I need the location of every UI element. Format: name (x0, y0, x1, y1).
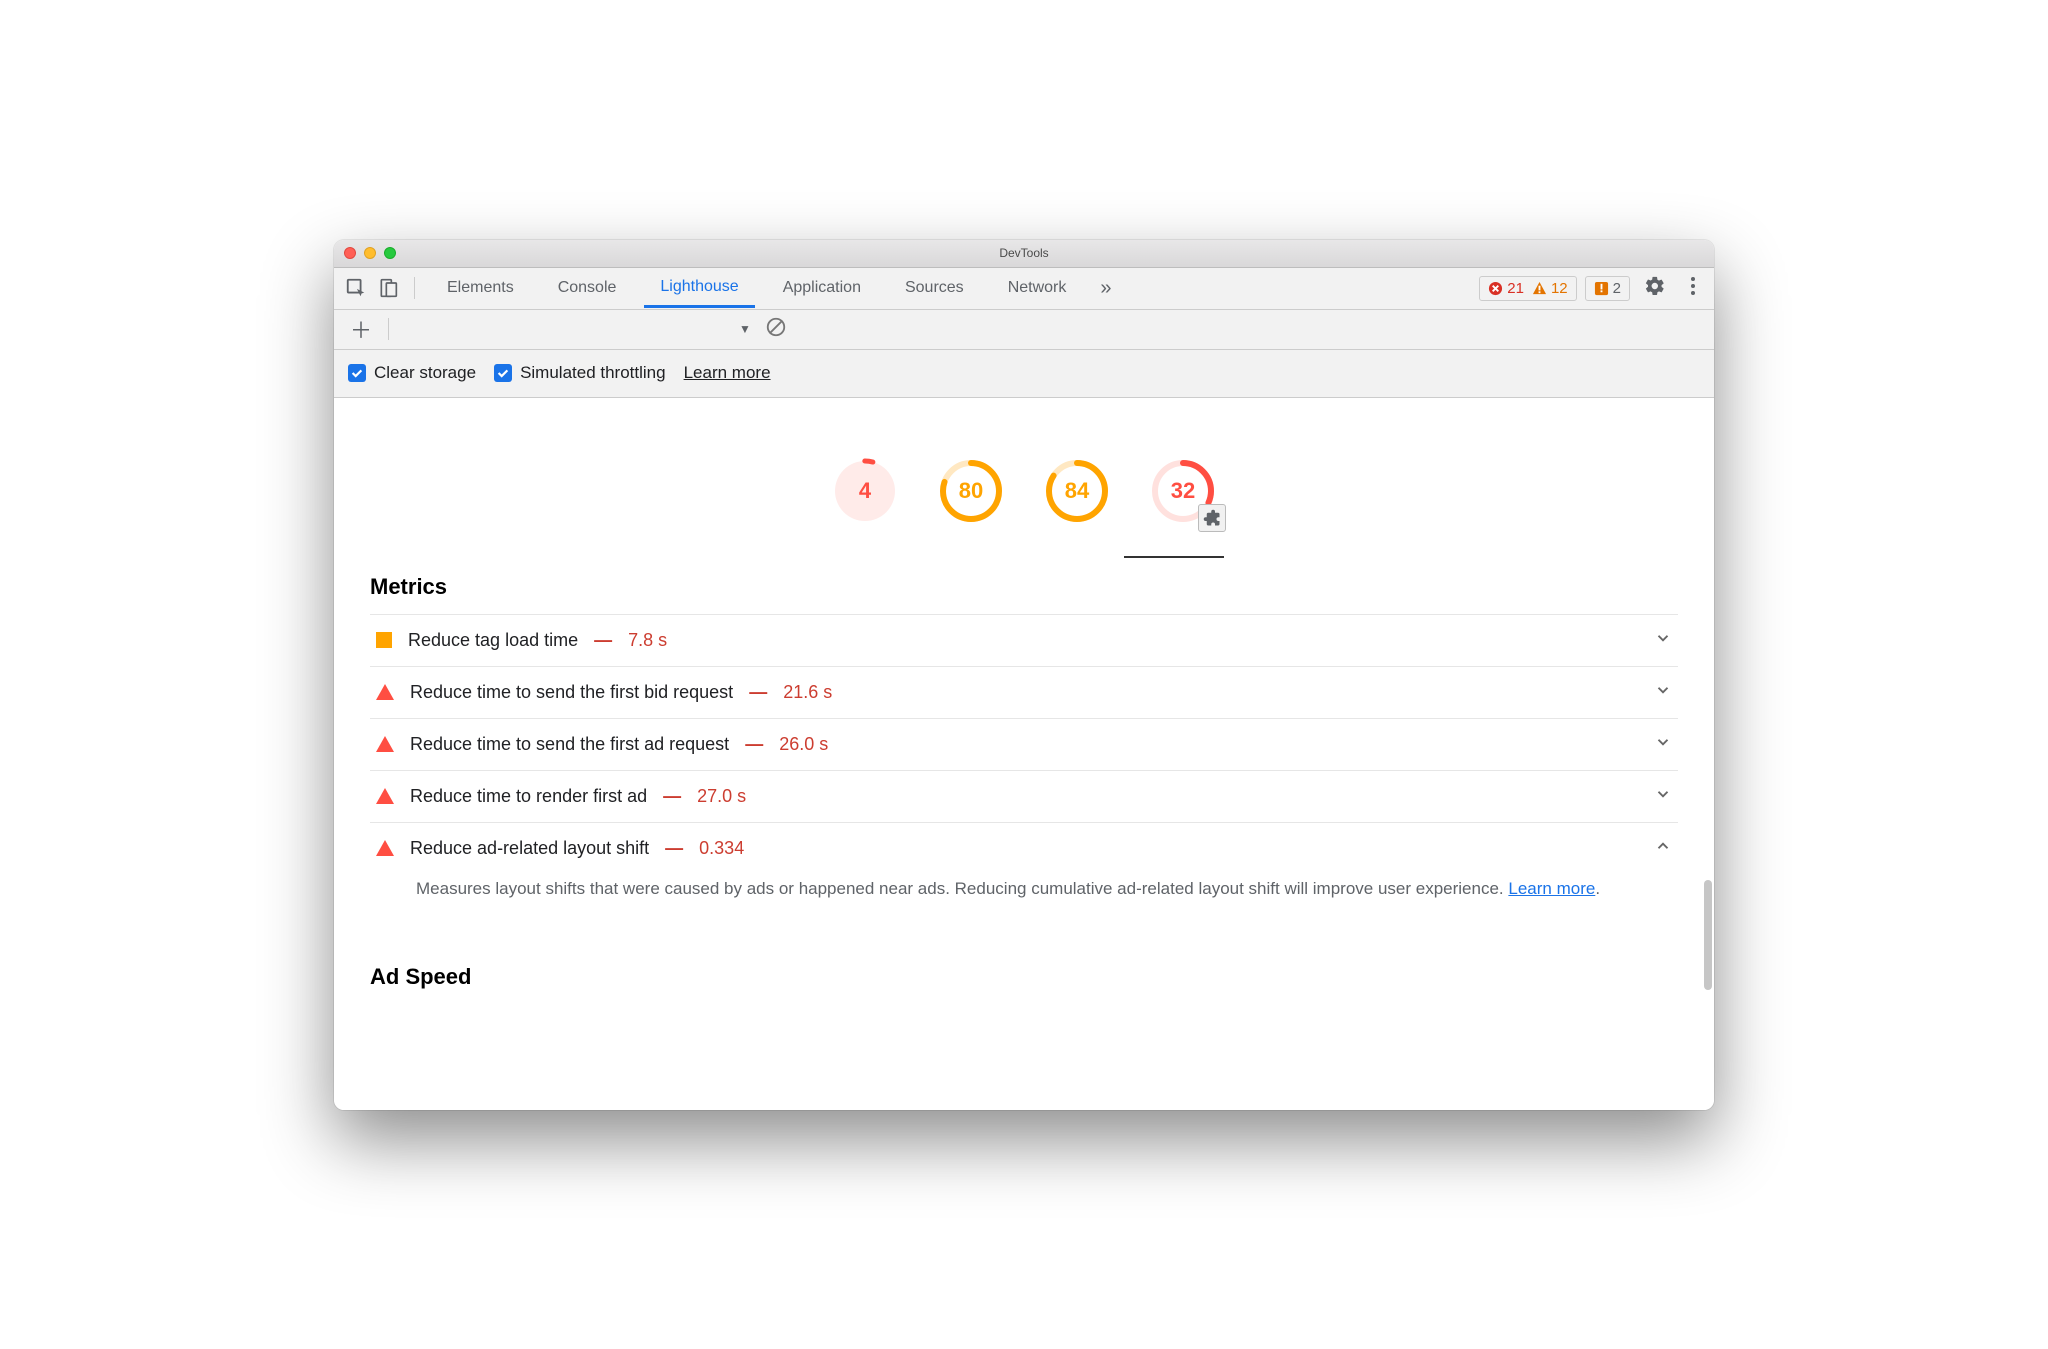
score-gauges: 4 80 84 32 (334, 398, 1714, 550)
metric-dash: — (663, 786, 681, 807)
triangle-fail-icon (376, 684, 394, 700)
metric-row-expanded[interactable]: Reduce ad-related layout shift — 0.334 (370, 822, 1678, 874)
gauge-4-plugin[interactable]: 32 (1150, 458, 1216, 524)
metric-row[interactable]: Reduce tag load time — 7.8 s (370, 614, 1678, 666)
scrollbar-thumb[interactable] (1704, 880, 1712, 990)
chevron-down-icon (1654, 629, 1672, 652)
gauge-score: 84 (1044, 458, 1110, 524)
error-count-label: 21 (1507, 280, 1524, 297)
simulated-throttling-label: Simulated throttling (520, 363, 666, 383)
gauge-1[interactable]: 4 (832, 458, 898, 524)
metric-dash: — (745, 734, 763, 755)
gauge-score: 80 (938, 458, 1004, 524)
triangle-fail-icon (376, 788, 394, 804)
tab-elements[interactable]: Elements (431, 268, 530, 308)
metric-value: 0.334 (699, 838, 744, 859)
lighthouse-run-bar: ＋ ▼ (334, 310, 1714, 350)
titlebar: DevTools (334, 240, 1714, 268)
more-menu-icon[interactable] (1680, 276, 1706, 301)
active-gauge-underline (1124, 556, 1224, 558)
clear-storage-label: Clear storage (374, 363, 476, 383)
chevron-down-icon (1654, 681, 1672, 704)
triangle-fail-icon (376, 736, 394, 752)
metric-value: 27.0 s (697, 786, 746, 807)
issues-pill[interactable]: 2 (1585, 276, 1630, 301)
metric-label: Reduce ad-related layout shift (410, 838, 649, 859)
lighthouse-settings-bar: Clear storage Simulated throttling Learn… (334, 350, 1714, 398)
issues-count: 2 (1594, 280, 1621, 297)
metrics-heading: Metrics (370, 558, 1678, 614)
tab-lighthouse[interactable]: Lighthouse (644, 268, 754, 308)
metric-value: 7.8 s (628, 630, 667, 651)
new-report-button[interactable]: ＋ (344, 313, 378, 345)
plugin-puzzle-icon (1198, 504, 1226, 532)
gauge-3[interactable]: 84 (1044, 458, 1110, 524)
toolbar-right: 21 12 2 (1479, 275, 1706, 302)
gauge-score: 4 (832, 458, 898, 524)
metric-dash: — (749, 682, 767, 703)
triangle-fail-icon (376, 840, 394, 856)
checkbox-checked-icon (348, 364, 366, 382)
chevron-up-icon (1654, 837, 1672, 860)
metric-description: Measures layout shifts that were caused … (370, 874, 1678, 930)
gauge-2[interactable]: 80 (938, 458, 1004, 524)
metric-dash: — (665, 838, 683, 859)
device-toolbar-icon[interactable] (374, 274, 402, 302)
chevron-down-icon (1654, 733, 1672, 756)
separator (388, 318, 389, 340)
metric-description-tail: . (1595, 879, 1600, 898)
metric-dash: — (594, 630, 612, 651)
dropdown-caret-icon[interactable]: ▼ (739, 322, 751, 336)
devtools-tabstrip: Elements Console Lighthouse Application … (334, 268, 1714, 310)
tab-network[interactable]: Network (992, 268, 1083, 308)
devtools-window: DevTools Elements Console Lighthouse App… (334, 240, 1714, 1110)
metric-value: 26.0 s (779, 734, 828, 755)
console-status-pill[interactable]: 21 12 (1479, 276, 1576, 301)
metrics-section: Metrics Reduce tag load time — 7.8 s Red… (334, 558, 1714, 1044)
metric-label: Reduce tag load time (408, 630, 578, 651)
issues-count-label: 2 (1613, 280, 1621, 297)
error-count: 21 (1488, 280, 1524, 297)
tab-sources[interactable]: Sources (889, 268, 980, 308)
metric-learn-more-link[interactable]: Learn more (1508, 879, 1595, 898)
tab-application[interactable]: Application (767, 268, 877, 308)
metric-row[interactable]: Reduce time to send the first bid reques… (370, 666, 1678, 718)
metric-label: Reduce time to send the first ad request (410, 734, 729, 755)
separator (414, 277, 415, 299)
metric-row[interactable]: Reduce time to send the first ad request… (370, 718, 1678, 770)
metric-value: 21.6 s (783, 682, 832, 703)
warning-count: 12 (1532, 280, 1568, 297)
tab-console[interactable]: Console (542, 268, 633, 308)
metric-description-text: Measures layout shifts that were caused … (416, 879, 1508, 898)
clear-storage-checkbox[interactable]: Clear storage (348, 363, 476, 383)
clear-icon[interactable] (751, 316, 787, 343)
more-tabs-icon[interactable]: » (1090, 277, 1121, 300)
chevron-down-icon (1654, 785, 1672, 808)
checkbox-checked-icon (494, 364, 512, 382)
square-warning-icon (376, 632, 392, 648)
metric-label: Reduce time to render first ad (410, 786, 647, 807)
simulated-throttling-checkbox[interactable]: Simulated throttling (494, 363, 666, 383)
metric-label: Reduce time to send the first bid reques… (410, 682, 733, 703)
learn-more-link[interactable]: Learn more (684, 363, 771, 383)
inspect-element-icon[interactable] (342, 274, 370, 302)
warning-count-label: 12 (1551, 280, 1568, 297)
metric-row[interactable]: Reduce time to render first ad — 27.0 s (370, 770, 1678, 822)
ad-speed-heading: Ad Speed (370, 930, 1678, 1004)
lighthouse-report: 4 80 84 32 Metrics (334, 398, 1714, 1110)
settings-icon[interactable] (1638, 275, 1672, 302)
window-title: DevTools (334, 246, 1714, 260)
